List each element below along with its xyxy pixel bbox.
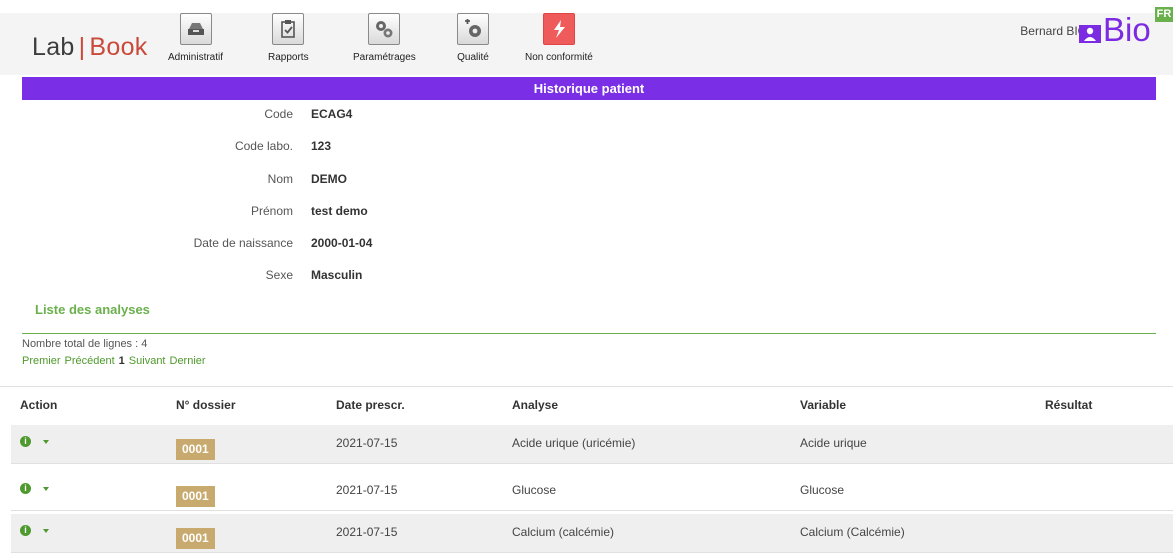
cell-date: 2021-07-15	[336, 525, 398, 539]
cell-variable: Calcium (Calcémie)	[800, 525, 905, 539]
nav-rapports[interactable]: Rapports	[268, 13, 309, 63]
nav-label: Rapports	[268, 52, 309, 63]
row-count: Nombre total de lignes : 4	[22, 338, 148, 350]
info-icon[interactable]: i	[20, 436, 31, 447]
pager-next[interactable]: Suivant	[129, 355, 166, 367]
patient-field-code: Code ECAG4	[0, 107, 900, 123]
table-divider	[0, 386, 1173, 387]
pagination: Premier Précédent 1 Suivant Dernier	[22, 355, 210, 367]
inbox-tray-icon	[179, 13, 212, 45]
pager-current: 1	[118, 355, 125, 367]
patient-field-prenom: Prénom test demo	[0, 204, 900, 220]
column-header[interactable]: Variable	[800, 398, 846, 412]
nav-label: Non conformité	[525, 52, 593, 63]
field-label: Prénom	[250, 204, 293, 218]
info-icon[interactable]: i	[20, 483, 31, 494]
table-row: i 0001 2021-07-15 Glucose Glucose	[11, 472, 1173, 511]
nav-label: Qualité	[457, 52, 489, 63]
column-header[interactable]: N° dossier	[176, 398, 235, 412]
field-label: Code	[264, 107, 293, 121]
user-name[interactable]: Bernard BIO	[1020, 24, 1087, 38]
dossier-badge[interactable]: 0001	[176, 486, 215, 507]
labbook-logo[interactable]: Lab | Book	[32, 33, 148, 62]
cell-date: 2021-07-15	[336, 436, 398, 450]
column-header[interactable]: Résultat	[1045, 398, 1092, 412]
chevron-down-icon[interactable]	[43, 440, 49, 444]
cell-analyse: Acide urique (uricémie)	[512, 436, 636, 450]
patient-field-nom: Nom DEMO	[0, 172, 900, 188]
pager-previous[interactable]: Précédent	[65, 355, 115, 367]
nav-administratif[interactable]: Administratif	[168, 13, 223, 63]
section-divider	[22, 333, 1156, 334]
cell-date: 2021-07-15	[336, 483, 398, 497]
field-value: 2000-01-04	[311, 236, 373, 250]
patient-field-code-labo: Code labo. 123	[0, 139, 900, 155]
patient-field-sexe: Sexe Masculin	[0, 268, 900, 284]
clipboard-check-icon	[272, 13, 305, 45]
table-header: Action N° dossier Date prescr. Analyse V…	[0, 398, 1173, 416]
page-title: Historique patient	[22, 77, 1156, 100]
logo-separator: |	[78, 33, 86, 61]
nav-label: Administratif	[168, 52, 224, 63]
field-label: Sexe	[265, 268, 293, 282]
field-value: test demo	[311, 204, 368, 218]
lightning-icon	[542, 13, 575, 45]
nav-label: Paramétrages	[353, 52, 416, 63]
pager-last[interactable]: Dernier	[170, 355, 206, 367]
table-row: i 0001 2021-07-15 Calcium (calcémie) Cal…	[11, 514, 1173, 553]
chevron-down-icon[interactable]	[43, 529, 49, 533]
nav-parametrages[interactable]: Paramétrages	[353, 13, 416, 63]
top-header: Lab | Book Administratif Rapports Paramétr…	[0, 13, 1173, 75]
nav-non-conformite[interactable]: Non conformité	[525, 13, 593, 63]
dossier-badge[interactable]: 0001	[176, 439, 215, 460]
bio-brand: Bio	[1103, 11, 1151, 48]
column-header[interactable]: Analyse	[512, 398, 558, 412]
logo-lab: Lab	[32, 33, 75, 61]
field-value: DEMO	[311, 172, 347, 186]
field-label: Nom	[267, 172, 293, 186]
table-row: i 0001 2021-07-15 Acide urique (uricémie…	[11, 425, 1173, 464]
cell-variable: Acide urique	[800, 436, 867, 450]
cell-analyse: Calcium (calcémie)	[512, 525, 615, 539]
column-header[interactable]: Action	[20, 398, 57, 412]
user-avatar-icon	[1079, 25, 1101, 43]
language-switch[interactable]: FR	[1155, 7, 1173, 22]
field-value: Masculin	[311, 268, 363, 282]
field-label: Date de naissance	[193, 236, 293, 250]
column-header[interactable]: Date prescr.	[336, 398, 405, 412]
logo-book: Book	[89, 33, 148, 61]
dossier-badge[interactable]: 0001	[176, 528, 215, 549]
cell-variable: Glucose	[800, 483, 845, 497]
info-icon[interactable]: i	[20, 525, 31, 536]
gears-icon	[368, 13, 401, 45]
quality-gear-icon	[457, 13, 489, 45]
chevron-down-icon[interactable]	[43, 487, 49, 491]
pager-first[interactable]: Premier	[22, 355, 61, 367]
field-value: ECAG4	[311, 107, 353, 121]
patient-field-date-naissance: Date de naissance 2000-01-04	[0, 236, 900, 252]
field-label: Code labo.	[234, 139, 293, 153]
nav-qualite[interactable]: Qualité	[457, 13, 489, 63]
section-title: Liste des analyses	[35, 302, 150, 317]
cell-analyse: Glucose	[512, 483, 557, 497]
field-value: 123	[311, 139, 332, 153]
